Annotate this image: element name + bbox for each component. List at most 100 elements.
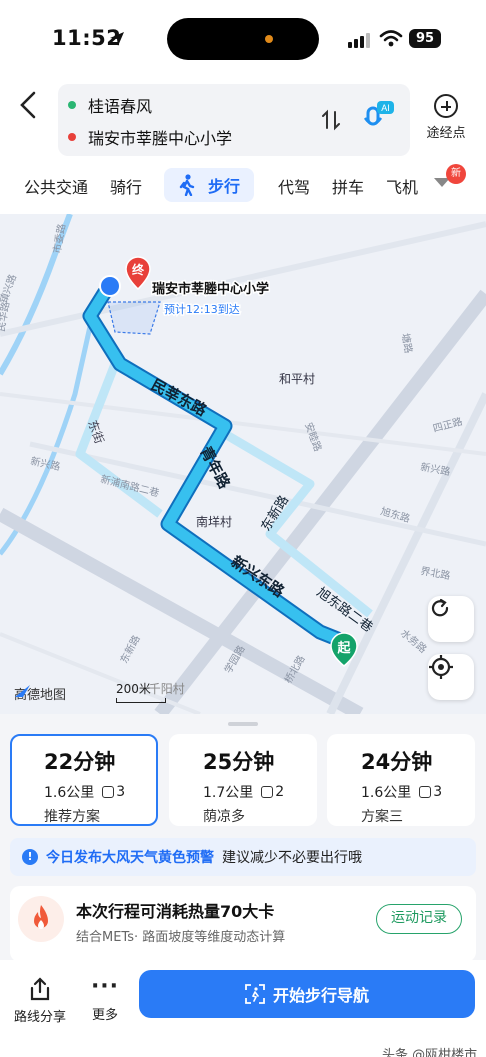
origin-name: 桂语春风 (88, 97, 153, 116)
calorie-title: 本次行程可消耗热量70大卡 (76, 902, 275, 921)
flame-icon-wrap (18, 896, 64, 942)
map-scale: 200米 千阳村 (116, 680, 185, 703)
more-dots-icon: ··· (90, 974, 120, 999)
back-arrow-icon[interactable] (16, 90, 42, 120)
area-label-heping: 和平村 (279, 372, 315, 386)
info-icon: ! (22, 849, 38, 865)
plan-tag: 推荐方案 (44, 809, 100, 825)
travel-mode-tabs: 公共交通 骑行 步行 代驾 拼车 飞机 新 (0, 164, 486, 208)
plan-tag: 荫凉多 (203, 809, 245, 825)
road-label-shiwei: 市委路 (50, 223, 68, 255)
traffic-light-icon (102, 786, 115, 798)
watermark-text: 头条 @瓯柑楼市 (382, 1048, 478, 1057)
plan-meta: 1.6公里 3 (361, 782, 475, 802)
plan-distance: 1.7公里 (203, 785, 254, 801)
road-label-zhenxing: 镇兴路 (0, 272, 19, 305)
new-badge: 新 (446, 164, 466, 184)
route-sheet: 22分钟 1.6公里 3 推荐方案 25分钟 1.7公里 2 荫凉多 24分钟 … (0, 714, 486, 1057)
road-label-dongxin-lower: 东新路 (117, 633, 143, 666)
start-walk-navigation-button[interactable]: 开始步行导航 (139, 970, 475, 1018)
bottom-action-bar: 路线分享 ··· 更多 开始步行导航 头条 @瓯柑楼市 (0, 960, 486, 1057)
dynamic-island (167, 18, 319, 60)
ai-voice-icon[interactable]: AI (360, 100, 394, 134)
locate-me-button[interactable] (428, 654, 474, 700)
road-label-sizheng: 四正路 (431, 415, 463, 435)
plan-duration: 25分钟 (203, 750, 275, 774)
refresh-button[interactable] (428, 596, 474, 642)
waypoint-label: 途经点 (426, 126, 466, 141)
road-label-shuiwu: 水务路 (398, 626, 429, 655)
road-label-tanglu: 塘路 (399, 332, 415, 354)
origin-pin-label: 起 (336, 640, 351, 656)
road-label-jiebei: 界北路 (419, 564, 451, 582)
tab-walk-label: 步行 (208, 177, 241, 196)
wifi-icon (379, 30, 403, 47)
plus-circle-icon (434, 94, 458, 118)
scan-navigation-icon (245, 984, 265, 1004)
plan-meta: 1.6公里 3 (44, 782, 156, 802)
share-label: 路线分享 (13, 1010, 66, 1025)
plan-duration: 22分钟 (44, 750, 116, 774)
scale-bar (116, 698, 166, 703)
plan-duration: 24分钟 (361, 750, 433, 774)
more-label: 更多 (91, 1008, 118, 1023)
battery-indicator: 95 (409, 29, 441, 48)
tab-transit[interactable]: 公共交通 (24, 174, 88, 198)
amap-logo: 高德地图 (14, 684, 66, 703)
share-route-button[interactable]: 路线分享 (10, 976, 70, 1025)
map-view[interactable]: 民莘东路 青年路 新兴东路 旭东路二巷 东新路 东街 和平村 南垟村 民华路 新… (0, 214, 486, 714)
traffic-light-icon (419, 786, 432, 798)
traffic-light-icon (261, 786, 274, 798)
tab-chauffeur[interactable]: 代驾 (278, 174, 310, 198)
plan-card-3[interactable]: 24分钟 1.6公里 3 方案三 (327, 734, 475, 826)
more-button[interactable]: ··· 更多 (82, 974, 128, 1024)
ai-badge: AI (381, 103, 390, 113)
location-arrow-icon (110, 32, 124, 46)
exercise-record-button[interactable]: 运动记录 (376, 904, 462, 934)
origin-dot-icon (68, 101, 76, 109)
destination-name: 瑞安市莘塍中心小学 (88, 129, 233, 148)
eta-label: 预计12:13到达 (164, 303, 240, 316)
tab-carpool[interactable]: 拼车 (332, 174, 364, 198)
swap-icon[interactable] (320, 108, 342, 132)
road-label-xinxing-lane: 新兴路 (419, 460, 451, 478)
route-header: 桂语春风 瑞安市莘塍中心小学 AI 途经点 公共交通 骑行 步行 代驾 拼车 飞… (0, 80, 486, 214)
plan-tag: 方案三 (361, 809, 403, 825)
plan-distance: 1.6公里 (44, 785, 95, 801)
major-road-2 (154, 289, 486, 714)
plan-card-1[interactable]: 22分钟 1.6公里 3 推荐方案 (10, 734, 158, 826)
destination-field[interactable]: 瑞安市莘塍中心小学 (68, 122, 232, 152)
minor-road-2 (0, 221, 486, 337)
sheet-drag-handle[interactable] (228, 722, 258, 726)
flame-icon (34, 905, 48, 929)
area-label-nanyang: 南垟村 (196, 514, 232, 529)
refresh-icon (431, 598, 449, 617)
destination-dot-icon (68, 133, 76, 141)
cellular-signal-icon (348, 33, 370, 48)
road-label-minhua: 民华路 (0, 301, 12, 333)
plan-lights: 2 (275, 784, 285, 800)
plan-lights: 3 (116, 784, 126, 800)
destination-area (107, 301, 161, 335)
walk-end-icon (99, 275, 121, 297)
plan-distance: 1.6公里 (361, 785, 412, 801)
plan-lights: 3 (433, 784, 443, 800)
walking-person-icon (179, 174, 195, 196)
calorie-card: 本次行程可消耗热量70大卡 结合METs· 路面坡度等维度动态计算 运动记录 (10, 886, 476, 962)
tab-walk[interactable]: 步行 (164, 168, 255, 202)
destination-pin-label: 终 (132, 262, 145, 277)
add-waypoint-button[interactable]: 途经点 (418, 94, 474, 141)
weather-warning-banner[interactable]: ! 今日发布大风天气黄色预警 建议减少不必要出行哦 (10, 838, 476, 876)
tab-bike[interactable]: 骑行 (110, 174, 142, 198)
share-icon (30, 977, 50, 1001)
warning-highlight: 今日发布大风天气黄色预警 (46, 850, 214, 866)
scale-overlap-label: 千阳村 (148, 682, 185, 696)
locate-crosshair-icon (429, 655, 453, 679)
destination-map-label: 瑞安市莘塍中心小学 (152, 281, 269, 297)
origin-field[interactable]: 桂语春风 (68, 90, 152, 120)
tab-flight[interactable]: 飞机 (386, 174, 418, 198)
navigate-label: 开始步行导航 (272, 986, 369, 1005)
road-label-anmu: 安睦路 (302, 421, 324, 454)
amap-logo-icon (15, 685, 30, 697)
plan-card-2[interactable]: 25分钟 1.7公里 2 荫凉多 (169, 734, 317, 826)
